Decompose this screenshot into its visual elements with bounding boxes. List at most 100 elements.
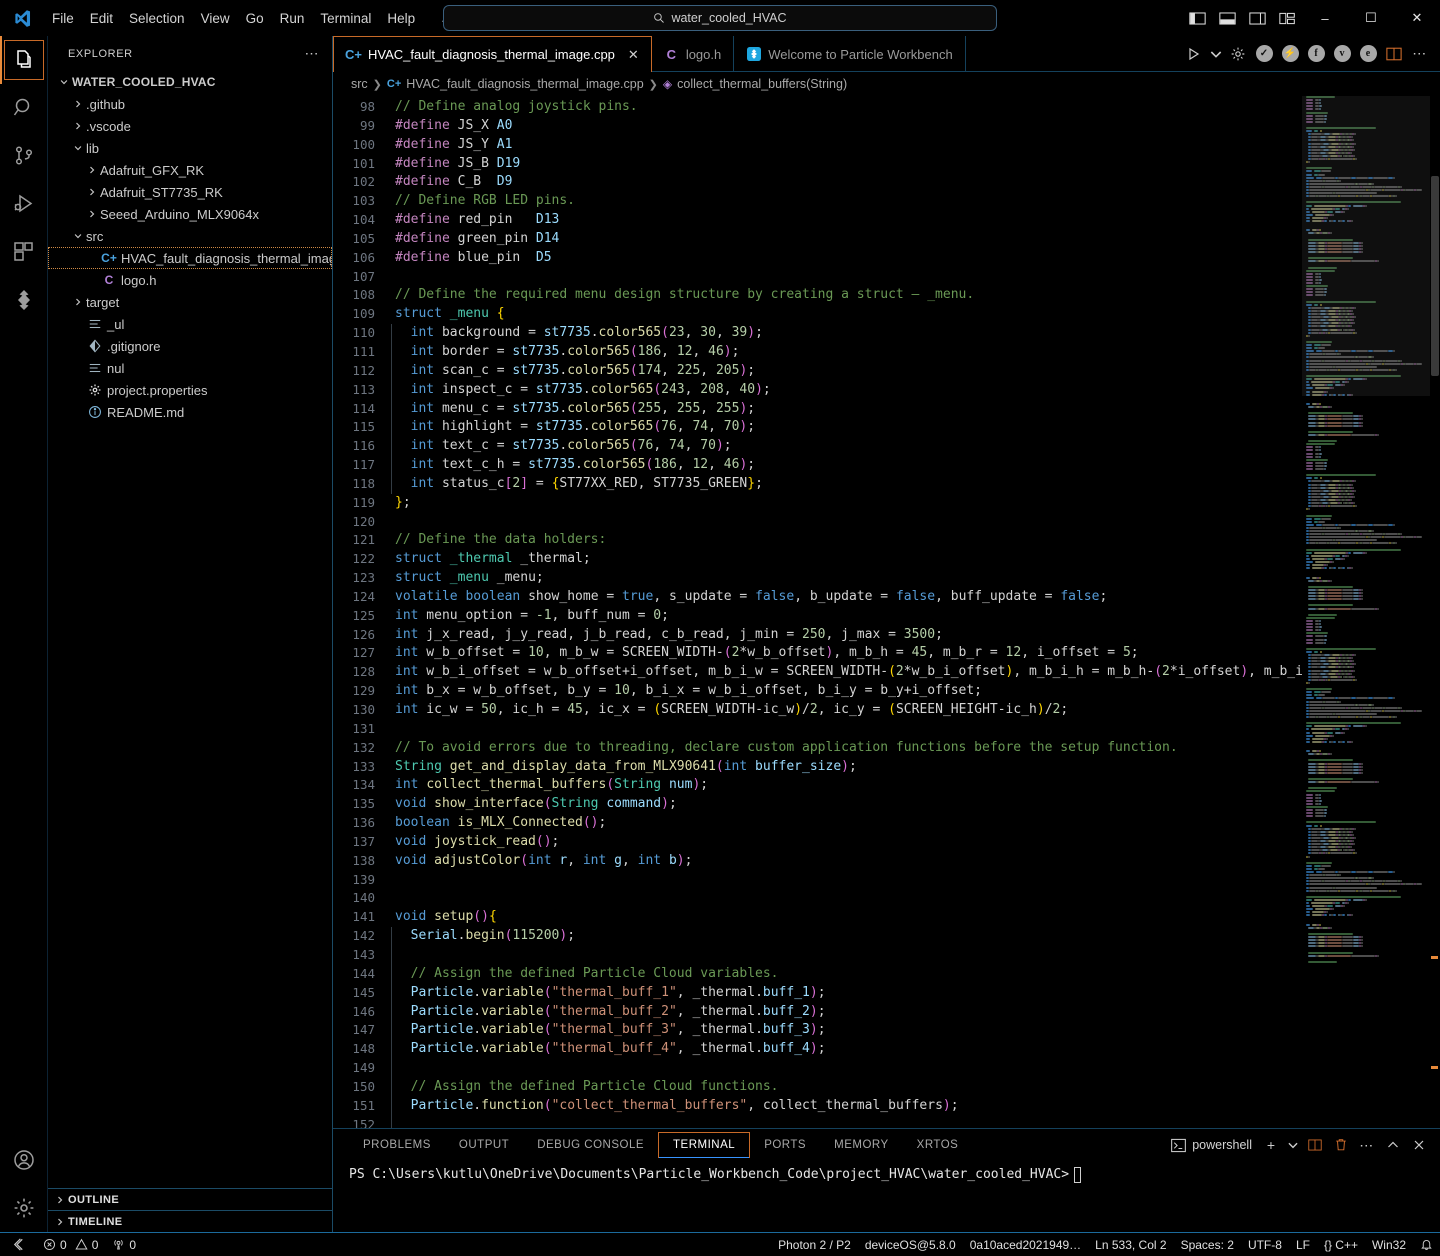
close-tab-icon[interactable]: ✕	[628, 48, 639, 61]
code-line[interactable]: 105#define green_pin D14	[333, 230, 1302, 249]
code-line[interactable]: 98// Define analog joystick pins.	[333, 98, 1302, 117]
tree-item-target[interactable]: target	[48, 291, 332, 313]
code-line[interactable]: 113 int inspect_c = st7735.color565(243,…	[333, 381, 1302, 400]
tab-terminal[interactable]: TERMINAL	[658, 1132, 750, 1158]
manage-settings-gear-icon[interactable]	[0, 1184, 48, 1232]
code-line[interactable]: 111 int border = st7735.color565(186, 12…	[333, 343, 1302, 362]
window-minimize-button[interactable]: –	[1302, 0, 1348, 36]
toggle-panel-icon[interactable]	[1212, 0, 1242, 36]
status-platform[interactable]: Win32	[1365, 1233, 1413, 1256]
toggle-secondary-sidebar-icon[interactable]	[1242, 0, 1272, 36]
tree-item-ul[interactable]: _ul	[48, 313, 332, 335]
code-lines[interactable]: 98// Define analog joystick pins.99#defi…	[333, 96, 1302, 1128]
remote-window-icon[interactable]	[0, 1237, 36, 1252]
breadcrumb-item-src[interactable]: src	[351, 77, 368, 91]
editor-more-actions-icon[interactable]: ⋯	[1408, 39, 1432, 69]
menu-terminal[interactable]: Terminal	[312, 8, 379, 29]
code-line[interactable]: 127int w_b_offset = 10, m_b_w = SCREEN_W…	[333, 644, 1302, 663]
code-line[interactable]: 107	[333, 268, 1302, 287]
tree-item-adafruit-gfx-rk[interactable]: Adafruit_GFX_RK	[48, 159, 332, 181]
tree-item-seeed-arduino-mlx9064x[interactable]: Seeed_Arduino_MLX9064x	[48, 203, 332, 225]
editor-tab-logo-h[interactable]: Clogo.h	[652, 36, 734, 72]
particle-e-icon[interactable]: e	[1356, 39, 1380, 69]
pane-outline[interactable]: OUTLINE	[48, 1188, 332, 1210]
code-line[interactable]: 152	[333, 1116, 1302, 1128]
menu-run[interactable]: Run	[272, 8, 313, 29]
tree-item-adafruit-st7735-rk[interactable]: Adafruit_ST7735_RK	[48, 181, 332, 203]
status-eol[interactable]: LF	[1289, 1233, 1317, 1256]
code-line[interactable]: 129int b_x = w_b_offset, b_y = 10, b_i_x…	[333, 682, 1302, 701]
code-line[interactable]: 133String get_and_display_data_from_MLX9…	[333, 758, 1302, 777]
tree-item-hvac-fault-diagnosis-thermal-image-cpp[interactable]: C+HVAC_fault_diagnosis_thermal_image.cpp	[48, 247, 332, 269]
code-line[interactable]: 132// To avoid errors due to threading, …	[333, 739, 1302, 758]
particle-v-icon[interactable]: v	[1330, 39, 1354, 69]
menu-file[interactable]: File	[44, 8, 82, 29]
code-line[interactable]: 150 // Assign the defined Particle Cloud…	[333, 1078, 1302, 1097]
code-line[interactable]: 135void show_interface(String command);	[333, 795, 1302, 814]
code-line[interactable]: 110 int background = st7735.color565(23,…	[333, 324, 1302, 343]
code-line[interactable]: 126int j_x_read, j_y_read, j_b_read, c_b…	[333, 626, 1302, 645]
code-line[interactable]: 145 Particle.variable("thermal_buff_1", …	[333, 984, 1302, 1003]
code-line[interactable]: 101#define JS_B D19	[333, 155, 1302, 174]
particle-compile-icon[interactable]: ✓	[1252, 39, 1276, 69]
code-line[interactable]: 142 Serial.begin(115200);	[333, 927, 1302, 946]
new-terminal-icon[interactable]: +	[1260, 1133, 1282, 1157]
code-line[interactable]: 124volatile boolean show_home = true, s_…	[333, 588, 1302, 607]
sidebar-item-search[interactable]	[0, 84, 48, 132]
tab-output[interactable]: OUTPUT	[445, 1132, 523, 1158]
sidebar-item-extensions[interactable]	[0, 228, 48, 276]
breadcrumb-item-symbol[interactable]: ◈ collect_thermal_buffers(String)	[663, 77, 847, 91]
code-line[interactable]: 106#define blue_pin D5	[333, 249, 1302, 268]
code-line[interactable]: 141void setup(){	[333, 908, 1302, 927]
run-button[interactable]	[1182, 39, 1206, 69]
sidebar-item-explorer[interactable]	[0, 36, 48, 84]
code-line[interactable]: 122struct _thermal _thermal;	[333, 550, 1302, 569]
menu-help[interactable]: Help	[379, 8, 423, 29]
run-chevron-down-icon[interactable]	[1208, 39, 1224, 69]
maximize-panel-icon[interactable]	[1382, 1133, 1404, 1157]
code-line[interactable]: 100#define JS_Y A1	[333, 136, 1302, 155]
code-line[interactable]: 139	[333, 871, 1302, 890]
code-scroll-area[interactable]: 98// Define analog joystick pins.99#defi…	[333, 96, 1302, 1128]
sidebar-item-particle-workbench[interactable]	[0, 276, 48, 324]
status-language-mode[interactable]: {} C++	[1317, 1233, 1365, 1256]
code-line[interactable]: 143	[333, 946, 1302, 965]
code-line[interactable]: 115 int highlight = st7735.color565(76, …	[333, 418, 1302, 437]
menu-selection[interactable]: Selection	[121, 8, 193, 29]
minimap-slider[interactable]	[1302, 96, 1430, 396]
tree-item-readme-md[interactable]: README.md	[48, 401, 332, 423]
tree-item-logo-h[interactable]: Clogo.h	[48, 269, 332, 291]
code-line[interactable]: 118 int status_c[2] = {ST77XX_RED, ST773…	[333, 475, 1302, 494]
code-line[interactable]: 149	[333, 1059, 1302, 1078]
panel-more-actions-icon[interactable]: ⋯	[1356, 1133, 1378, 1157]
gear-icon[interactable]	[1226, 39, 1250, 69]
window-maximize-button[interactable]: ☐	[1348, 0, 1394, 36]
status-device-target[interactable]: Photon 2 / P2	[771, 1233, 858, 1256]
code-line[interactable]: 108// Define the required menu design st…	[333, 286, 1302, 305]
code-line[interactable]: 112 int scan_c = st7735.color565(174, 22…	[333, 362, 1302, 381]
editor-tab-hvac-fault-diagnosis-thermal-image-cpp[interactable]: C+HVAC_fault_diagnosis_thermal_image.cpp…	[333, 36, 652, 72]
code-line[interactable]: 119};	[333, 494, 1302, 513]
explorer-more-actions-icon[interactable]: ⋯	[305, 45, 321, 62]
code-line[interactable]: 148 Particle.variable("thermal_buff_4", …	[333, 1040, 1302, 1059]
code-line[interactable]: 134int collect_thermal_buffers(String nu…	[333, 776, 1302, 795]
status-device-os[interactable]: deviceOS@5.8.0	[858, 1233, 963, 1256]
code-line[interactable]: 104#define red_pin D13	[333, 211, 1302, 230]
tab-debug-console[interactable]: DEBUG CONSOLE	[523, 1132, 658, 1158]
tree-item-gitignore[interactable]: .gitignore	[48, 335, 332, 357]
code-line[interactable]: 103// Define RGB LED pins.	[333, 192, 1302, 211]
sidebar-item-source-control[interactable]	[0, 132, 48, 180]
accounts-icon[interactable]	[0, 1136, 48, 1184]
tree-item-project-properties[interactable]: project.properties	[48, 379, 332, 401]
command-center[interactable]: water_cooled_HVAC	[443, 5, 997, 31]
status-ports[interactable]: 0	[105, 1233, 143, 1256]
code-line[interactable]: 99#define JS_X A0	[333, 117, 1302, 136]
code-line[interactable]: 128int w_b_i_offset = w_b_offset+i_offse…	[333, 663, 1302, 682]
code-line[interactable]: 114 int menu_c = st7735.color565(255, 25…	[333, 400, 1302, 419]
tree-item-vscode[interactable]: .vscode	[48, 115, 332, 137]
code-line[interactable]: 137void joystick_read();	[333, 833, 1302, 852]
tab-memory[interactable]: MEMORY	[820, 1132, 903, 1158]
code-line[interactable]: 121// Define the data holders:	[333, 531, 1302, 550]
code-line[interactable]: 102#define C_B D9	[333, 173, 1302, 192]
status-device-id[interactable]: 0a10aced2021949…	[963, 1233, 1088, 1256]
